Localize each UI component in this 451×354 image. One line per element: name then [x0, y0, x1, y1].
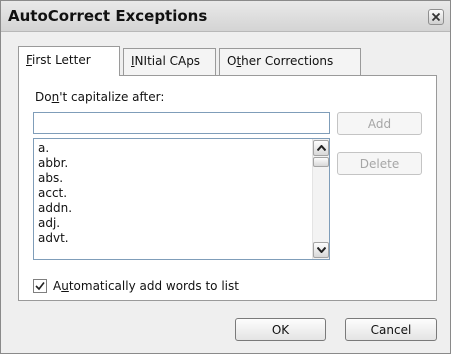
- check-icon: [35, 282, 45, 291]
- tab-initial-caps-label: INItial CAps: [131, 54, 200, 68]
- dialog-title: AutoCorrect Exceptions: [8, 7, 208, 25]
- add-button[interactable]: Add: [337, 112, 422, 135]
- title-bar[interactable]: AutoCorrect Exceptions: [1, 1, 450, 32]
- list-item[interactable]: acct.: [34, 186, 310, 201]
- scroll-down-button[interactable]: [313, 242, 329, 258]
- scroll-thumb[interactable]: [313, 157, 329, 167]
- tab-other-corrections[interactable]: Other Corrections: [219, 48, 361, 75]
- autocorrect-exceptions-dialog: AutoCorrect Exceptions First Letter INIt…: [0, 0, 451, 354]
- tab-first-letter-label: First Letter: [26, 53, 91, 67]
- tab-first-letter-text-post: irst Letter: [32, 53, 91, 67]
- exceptions-list: a. abbr. abs. acct. addn. adj. advt.: [34, 141, 310, 246]
- list-item[interactable]: adj.: [34, 216, 310, 231]
- auto-add-words-label: Automatically add words to list: [53, 279, 239, 293]
- auto-add-words-checkbox[interactable]: [33, 279, 47, 293]
- tab-other-corrections-text-post: her Corrections: [241, 54, 334, 68]
- list-item[interactable]: a.: [34, 141, 310, 156]
- chevron-down-icon: [316, 247, 326, 253]
- scroll-up-button[interactable]: [313, 140, 329, 156]
- tab-initial-caps[interactable]: INItial CAps: [123, 48, 216, 75]
- chevron-up-icon: [316, 145, 326, 151]
- close-button[interactable]: [428, 9, 444, 25]
- tab-panel-first-letter: Don't capitalize after: a. abbr. abs. acct.…: [18, 75, 437, 301]
- list-item[interactable]: abbr.: [34, 156, 310, 171]
- list-item[interactable]: abs.: [34, 171, 310, 186]
- tab-first-letter[interactable]: First Letter: [18, 46, 120, 76]
- delete-button[interactable]: Delete: [337, 152, 422, 175]
- exception-word-input[interactable]: [33, 112, 330, 134]
- checkbox-text-pre: A: [53, 279, 62, 293]
- checkbox-text-post: tomatically add words to list: [68, 279, 239, 293]
- label-text-post: 't capitalize after:: [59, 90, 165, 104]
- label-text-pre: Do: [35, 90, 52, 104]
- ok-button[interactable]: OK: [235, 318, 326, 341]
- cancel-button[interactable]: Cancel: [345, 318, 437, 341]
- checkbox-mnemonic: u: [61, 279, 69, 293]
- tab-other-corrections-label: Other Corrections: [227, 54, 333, 68]
- exceptions-listbox[interactable]: a. abbr. abs. acct. addn. adj. advt.: [33, 138, 330, 260]
- vertical-scrollbar[interactable]: [312, 139, 329, 259]
- auto-add-words-option[interactable]: Automatically add words to list: [33, 279, 239, 293]
- dont-capitalize-label: Don't capitalize after:: [35, 90, 164, 104]
- tab-initial-caps-text-post: NItial CAps: [134, 54, 201, 68]
- list-item[interactable]: advt.: [34, 231, 310, 246]
- list-item[interactable]: addn.: [34, 201, 310, 216]
- close-icon: [431, 12, 441, 22]
